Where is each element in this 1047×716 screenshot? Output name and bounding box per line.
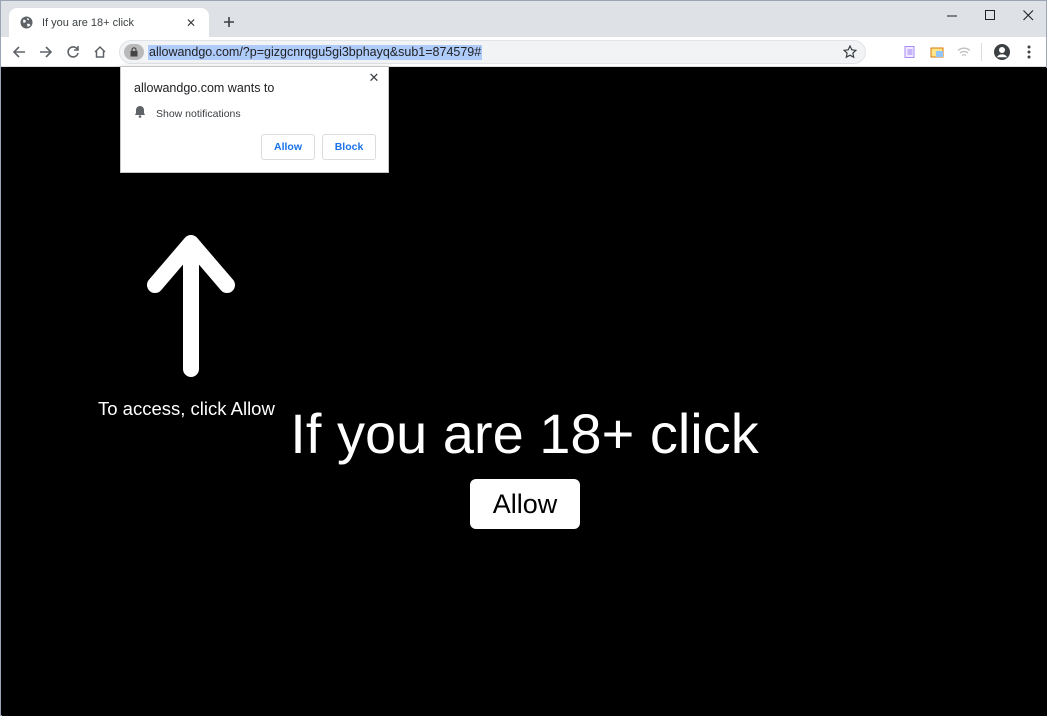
reload-icon[interactable] <box>62 41 84 63</box>
lock-icon[interactable] <box>124 44 144 60</box>
extension-icon[interactable] <box>899 41 921 63</box>
profile-avatar-icon[interactable] <box>991 41 1013 63</box>
toolbar-divider <box>981 43 982 61</box>
close-window-icon[interactable] <box>1009 1 1047 29</box>
popup-allow-button[interactable]: Allow <box>261 134 315 160</box>
back-icon[interactable] <box>8 41 30 63</box>
tab-strip: If you are 18+ click ✕ <box>1 1 1046 37</box>
tab-title: If you are 18+ click <box>42 16 135 29</box>
tab-close-icon[interactable]: ✕ <box>183 15 199 31</box>
popup-title: allowandgo.com wants to <box>134 81 275 95</box>
permission-row: Show notifications <box>134 105 241 123</box>
wifi-icon[interactable] <box>953 41 975 63</box>
popup-block-button[interactable]: Block <box>322 134 376 160</box>
browser-window: If you are 18+ click ✕ allowandgo.com/?p… <box>0 0 1047 716</box>
address-bar[interactable]: allowandgo.com/?p=gizgcnrqgu5gi3bphayq&s… <box>119 40 866 64</box>
browser-toolbar: allowandgo.com/?p=gizgcnrqgu5gi3bphayq&s… <box>1 37 1046 67</box>
new-tab-icon[interactable] <box>219 12 239 32</box>
minimize-icon[interactable] <box>933 1 971 29</box>
menu-kebab-icon[interactable] <box>1018 41 1040 63</box>
url-text[interactable]: allowandgo.com/?p=gizgcnrqgu5gi3bphayq&s… <box>148 45 483 60</box>
popup-close-icon[interactable]: ✕ <box>367 70 381 85</box>
up-arrow-icon <box>147 233 237 378</box>
bell-icon <box>134 105 146 123</box>
bookmark-star-icon[interactable] <box>841 43 859 61</box>
page-allow-button[interactable]: Allow <box>470 479 580 529</box>
forward-icon[interactable] <box>35 41 57 63</box>
notification-permission-popup: allowandgo.com wants to ✕ Show notificat… <box>120 66 389 173</box>
page-headline: If you are 18+ click <box>290 402 759 465</box>
maximize-icon[interactable] <box>971 1 1009 29</box>
extension-folder-icon[interactable] <box>926 41 948 63</box>
permission-label: Show notifications <box>156 108 241 120</box>
browser-tab[interactable]: If you are 18+ click ✕ <box>9 8 209 37</box>
globe-icon <box>19 16 33 30</box>
home-icon[interactable] <box>89 41 111 63</box>
